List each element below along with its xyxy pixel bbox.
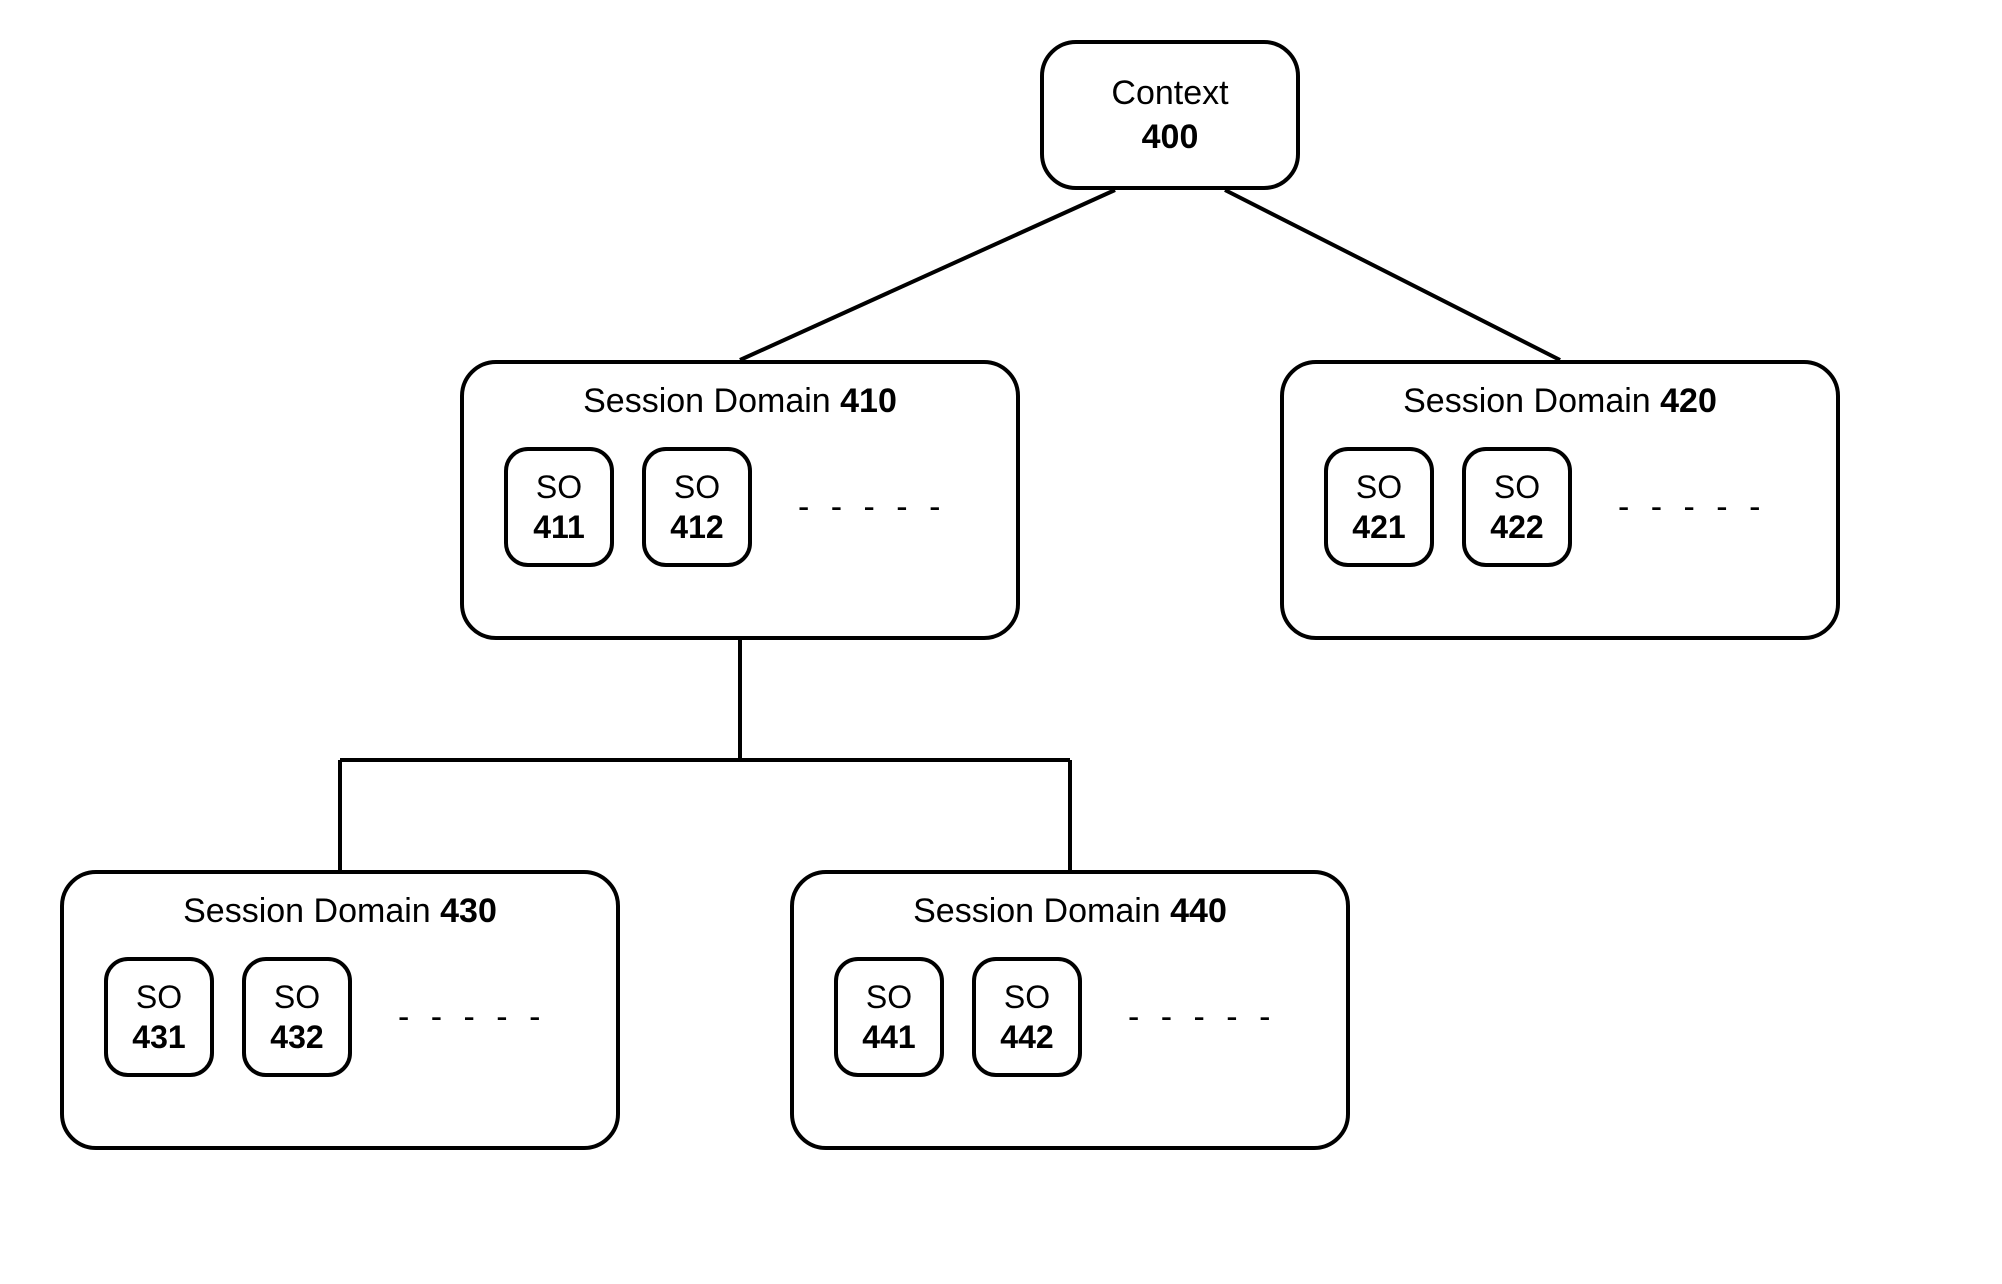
- so-label: SO: [674, 467, 720, 507]
- context-label: Context: [1111, 71, 1228, 115]
- so-431: SO 431: [104, 957, 214, 1077]
- so-number: 441: [862, 1017, 915, 1057]
- domain-title: Session Domain 430: [64, 892, 616, 931]
- domain-label: Session Domain: [583, 382, 831, 420]
- so-number: 412: [670, 507, 723, 547]
- domain-number: 430: [440, 892, 497, 930]
- so-432: SO 432: [242, 957, 352, 1077]
- so-label: SO: [1494, 467, 1540, 507]
- so-number: 432: [270, 1017, 323, 1057]
- so-label: SO: [1004, 977, 1050, 1017]
- so-row: SO 411 SO 412 - - - - -: [464, 447, 1016, 567]
- so-number: 442: [1000, 1017, 1053, 1057]
- domain-label: Session Domain: [1403, 382, 1651, 420]
- domain-number: 410: [840, 382, 897, 420]
- domain-title: Session Domain 410: [464, 382, 1016, 421]
- so-label: SO: [1356, 467, 1402, 507]
- so-row: SO 441 SO 442 - - - - -: [794, 957, 1346, 1077]
- domain-number: 440: [1170, 892, 1227, 930]
- ellipsis: - - - - -: [398, 998, 546, 1037]
- so-number: 431: [132, 1017, 185, 1057]
- so-441: SO 441: [834, 957, 944, 1077]
- so-row: SO 431 SO 432 - - - - -: [64, 957, 616, 1077]
- so-421: SO 421: [1324, 447, 1434, 567]
- diagram-canvas: Context 400 Session Domain 410 SO 411 SO…: [0, 0, 2002, 1284]
- session-domain-440: Session Domain 440 SO 441 SO 442 - - - -…: [790, 870, 1350, 1150]
- session-domain-420: Session Domain 420 SO 421 SO 422 - - - -…: [1280, 360, 1840, 640]
- so-label: SO: [274, 977, 320, 1017]
- so-412: SO 412: [642, 447, 752, 567]
- so-422: SO 422: [1462, 447, 1572, 567]
- ellipsis: - - - - -: [1618, 488, 1766, 527]
- domain-title: Session Domain 420: [1284, 382, 1836, 421]
- domain-number: 420: [1660, 382, 1717, 420]
- session-domain-410: Session Domain 410 SO 411 SO 412 - - - -…: [460, 360, 1020, 640]
- so-label: SO: [136, 977, 182, 1017]
- domain-title: Session Domain 440: [794, 892, 1346, 931]
- ellipsis: - - - - -: [1128, 998, 1276, 1037]
- so-label: SO: [866, 977, 912, 1017]
- so-number: 411: [533, 507, 585, 547]
- so-row: SO 421 SO 422 - - - - -: [1284, 447, 1836, 567]
- so-label: SO: [536, 467, 582, 507]
- context-number: 400: [1142, 115, 1199, 159]
- session-domain-430: Session Domain 430 SO 431 SO 432 - - - -…: [60, 870, 620, 1150]
- ellipsis: - - - - -: [798, 488, 946, 527]
- so-442: SO 442: [972, 957, 1082, 1077]
- so-number: 421: [1352, 507, 1405, 547]
- so-number: 422: [1490, 507, 1543, 547]
- domain-label: Session Domain: [913, 892, 1161, 930]
- context-node: Context 400: [1040, 40, 1300, 190]
- so-411: SO 411: [504, 447, 614, 567]
- domain-label: Session Domain: [183, 892, 431, 930]
